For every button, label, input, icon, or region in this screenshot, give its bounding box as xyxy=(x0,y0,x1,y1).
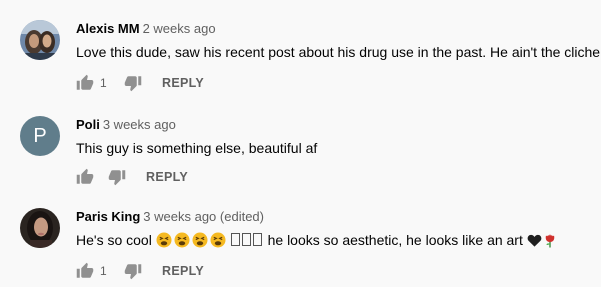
comment-text-start: He's so cool xyxy=(76,232,152,248)
comment-header: Poli 3 weeks ago xyxy=(76,116,601,134)
thumbs-up-icon[interactable] xyxy=(76,262,94,280)
reply-button[interactable]: REPLY xyxy=(162,76,204,90)
comment-text-end: he looks so aesthetic, he looks like an … xyxy=(267,232,523,248)
author-name[interactable]: Poli xyxy=(76,117,100,132)
comment-text: This guy is something else, beautiful af xyxy=(76,140,318,156)
comment-header: Paris King 3 weeks ago (edited) xyxy=(76,208,601,226)
missing-glyph-box xyxy=(252,233,262,246)
black-heart-emoji xyxy=(527,233,542,248)
comment-actions: 1 REPLY xyxy=(76,71,204,95)
tired-face-emoji xyxy=(156,232,172,248)
tired-face-emoji xyxy=(192,232,208,248)
comment-actions: 1 REPLY xyxy=(76,259,204,283)
comment-header: Alexis MM 2 weeks ago xyxy=(76,20,601,38)
like-count: 1 xyxy=(100,76,107,90)
avatar-photo-icon xyxy=(20,208,60,248)
missing-glyph-box xyxy=(241,233,251,246)
avatar-photo-icon xyxy=(20,20,60,60)
avatar[interactable] xyxy=(20,20,60,60)
tired-face-emoji xyxy=(174,232,190,248)
comment-actions: REPLY xyxy=(76,165,188,189)
author-name[interactable]: Alexis MM xyxy=(76,21,140,36)
thumbs-up-icon[interactable] xyxy=(76,74,94,92)
avatar-letter: P xyxy=(33,125,47,147)
comment-date[interactable]: 2 weeks ago xyxy=(143,21,216,36)
reply-button[interactable]: REPLY xyxy=(146,170,188,184)
comment-text: He's so cool he looks so aesthetic, he l… xyxy=(76,230,601,250)
like-count: 1 xyxy=(100,264,107,278)
avatar[interactable]: P xyxy=(20,116,60,156)
thumbs-down-icon[interactable] xyxy=(108,168,126,186)
author-name[interactable]: Paris King xyxy=(76,209,140,224)
emoji-group xyxy=(156,232,228,248)
rose-emoji xyxy=(544,232,556,248)
comment-date[interactable]: 3 weeks ago (edited) xyxy=(143,209,264,224)
missing-glyph-box xyxy=(230,233,240,246)
comment-text: Love this dude, saw his recent post abou… xyxy=(76,44,601,60)
reply-button[interactable]: REPLY xyxy=(162,264,204,278)
comment-date[interactable]: 3 weeks ago xyxy=(103,117,176,132)
avatar[interactable] xyxy=(20,208,60,248)
thumbs-down-icon[interactable] xyxy=(124,74,142,92)
thumbs-up-icon[interactable] xyxy=(76,168,94,186)
thumbs-down-icon[interactable] xyxy=(124,262,142,280)
tired-face-emoji xyxy=(210,232,226,248)
